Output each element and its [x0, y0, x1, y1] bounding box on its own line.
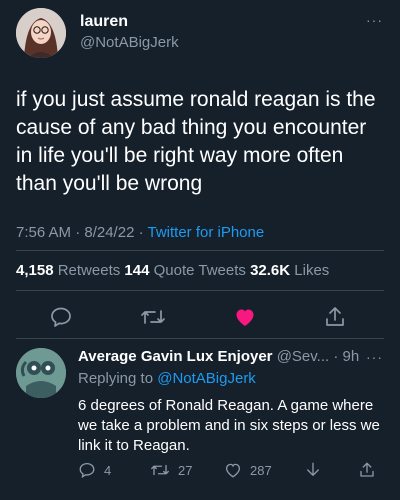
quotes-stat[interactable]: 144 Quote Tweets — [124, 262, 250, 279]
divider — [16, 250, 384, 251]
retweet-icon[interactable] — [140, 304, 166, 330]
tweet-stats: 4,158 Retweets 144 Quote Tweets 32.6K Li… — [16, 262, 329, 279]
author-handle[interactable]: @NotABigJerk — [80, 34, 179, 51]
tweet-source-link[interactable]: Twitter for iPhone — [147, 224, 264, 241]
reply-icon — [79, 462, 95, 479]
replying-to: Replying to @NotABigJerk — [78, 370, 256, 387]
divider — [16, 338, 384, 339]
reply-meta[interactable]: @Sev... · 9h — [273, 348, 360, 365]
reply-count: 4 — [104, 462, 112, 478]
likes-stat[interactable]: 32.6K Likes — [250, 262, 329, 279]
author-avatar[interactable] — [16, 8, 66, 58]
tweet-text: if you just assume ronald reagan is the … — [16, 88, 376, 195]
reply-author-avatar[interactable] — [16, 348, 66, 398]
replying-prefix: Replying to — [78, 370, 158, 387]
reply-like-button[interactable]: 287 — [224, 460, 272, 480]
share-icon — [360, 462, 374, 477]
reply-reply-button[interactable]: 4 — [78, 460, 111, 480]
retweets-stat[interactable]: 4,158 Retweets — [16, 262, 124, 279]
divider — [16, 290, 384, 291]
replying-handle-link[interactable]: @NotABigJerk — [157, 370, 256, 387]
like-count: 287 — [250, 462, 272, 478]
more-options-icon[interactable]: ··· — [366, 12, 383, 28]
author-name[interactable]: lauren — [80, 13, 128, 31]
more-options-icon[interactable]: ··· — [366, 349, 383, 365]
like-icon — [225, 463, 241, 478]
reply-header: Average Gavin Lux Enjoyer @Sev... · 9h — [78, 348, 378, 365]
tweet-timestamp: 7:56 AM · 8/24/22 · Twitter for iPhone — [16, 224, 264, 241]
reply-vote-button[interactable] — [304, 460, 322, 480]
arrow-down-icon — [307, 462, 319, 476]
retweet-icon — [151, 464, 169, 476]
reply-text: 6 degrees of Ronald Reagan. A game where… — [78, 397, 380, 454]
like-icon[interactable] — [232, 304, 258, 330]
share-icon[interactable] — [322, 304, 348, 330]
tweet-time: 7:56 AM · 8/24/22 · — [16, 224, 148, 241]
reply-author-name[interactable]: Average Gavin Lux Enjoyer — [78, 348, 273, 365]
reply-icon[interactable] — [48, 304, 74, 330]
reply-share-button[interactable] — [358, 460, 376, 480]
reply-retweet-button[interactable]: 27 — [150, 460, 192, 480]
retweet-count: 27 — [178, 462, 193, 478]
